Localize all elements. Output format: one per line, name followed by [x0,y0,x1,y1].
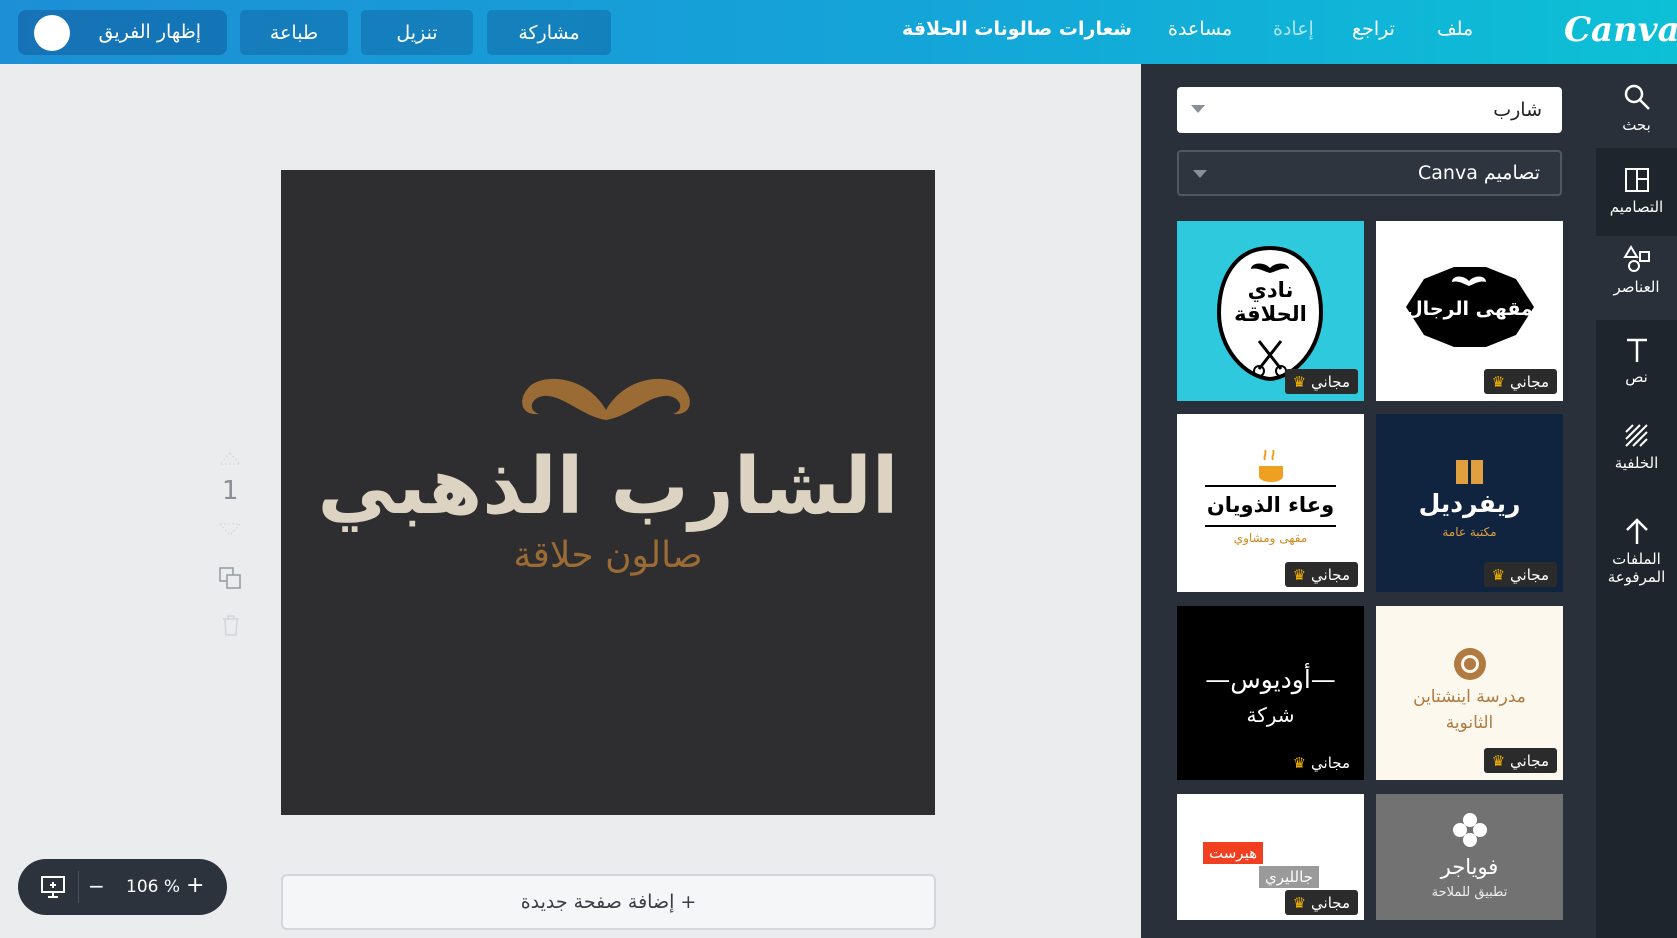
delete-page-icon[interactable] [220,614,242,638]
sidebar-item-search[interactable]: بحث [1596,64,1677,148]
sidebar-item-uploads[interactable]: الملفات المرفوعة [1596,510,1677,620]
template-subtitle: جالليري [1259,866,1319,888]
crown-icon: ♛ [1292,565,1307,584]
search-query: شارب [1493,99,1542,121]
template-title: هيرست [1203,842,1264,864]
upload-icon [1625,518,1648,544]
free-badge: مجاني ♛ [1483,748,1557,773]
page-number: 1 [222,476,239,506]
canva-logo[interactable]: Canva [1564,6,1677,54]
zoom-in-button[interactable]: + [186,873,204,898]
menu-help[interactable]: مساعدة [1168,18,1232,40]
template-tile[interactable]: فوياجر تطبيق للملاحة [1376,794,1563,920]
sidebar-item-elements[interactable]: العناصر [1596,236,1677,320]
sidebar-item-label: بحث [1622,116,1651,134]
free-badge: مجاني ♛ [1284,369,1358,394]
search-input[interactable]: شارب [1177,87,1562,133]
free-badge: مجاني ♛ [1284,562,1358,587]
filter-dropdown[interactable]: تصاميم Canva [1177,150,1562,196]
sidebar-item-label: نص [1625,368,1648,386]
template-subtitle: مقهى ومشاوي [1233,531,1308,545]
add-page-button[interactable]: + إضافة صفحة جديدة [281,874,936,930]
template-title: وعاء الذويان [1206,493,1335,517]
template-title: ريفرديل [1418,489,1521,518]
menu-file[interactable]: ملف [1437,18,1473,40]
team-toggle[interactable]: إظهار الفريق [18,10,227,55]
template-tile[interactable]: نادي الحلاقة مجاني ♛ [1177,221,1364,401]
sidebar-item-label: الملفات المرفوعة [1607,550,1666,586]
template-title: "مقهى الرجال" [1396,298,1543,320]
template-subtitle: الحلاقة [1234,302,1307,326]
free-badge: مجاني ♛ [1292,753,1350,772]
top-bar: Canva ملف تراجع إعادة مساعدة شعارات صالو… [0,0,1677,64]
sidebar-item-templates[interactable]: التصاميم [1596,160,1677,240]
toggle-knob [34,15,70,51]
template-title: —أوديوس— [1205,665,1336,694]
share-button[interactable]: مشاركة [487,10,611,55]
crown-icon: ♛ [1491,372,1506,391]
template-tile[interactable]: مدرسة اينشتاين الثانوية مجاني ♛ [1376,606,1563,780]
zoom-divider [78,871,79,903]
template-tile[interactable]: ريفرديل مكتبة عامة مجاني ♛ [1376,414,1563,592]
sidebar-item-label: الخلفية [1614,454,1659,472]
filter-label: تصاميم Canva [1418,162,1540,184]
design-title[interactable]: شعارات صالونات الحلاقة [900,18,1132,40]
zoom-level[interactable]: 106 % [126,877,180,897]
menu-redo[interactable]: إعادة [1273,18,1314,40]
free-badge: مجاني ♛ [1284,890,1358,915]
crown-icon: ♛ [1491,565,1506,584]
templates-icon [1624,168,1649,192]
team-toggle-label: إظهار الفريق [98,21,201,43]
print-button[interactable]: طباعة [240,10,348,55]
canvas-area: الشارب الذهبي صالون حلاقة 1 + إضافة صفحة… [0,64,1141,938]
sidebar-item-text[interactable]: نص [1596,330,1677,408]
background-icon [1624,424,1648,447]
search-dropdown-icon[interactable] [1191,105,1205,113]
download-button[interactable]: تنزيل [361,10,473,55]
template-subtitle: الثانوية [1445,713,1494,733]
crown-icon: ♛ [1292,893,1307,912]
sidebar: بحث التصاميم العناصر نص الخلفية الملفات … [1596,64,1677,938]
free-badge: مجاني ♛ [1483,562,1557,587]
template-title: مدرسة اينشتاين [1413,687,1526,707]
sidebar-item-background[interactable]: الخلفية [1596,416,1677,494]
template-tile[interactable]: هيرست جالليري مجاني ♛ [1177,794,1364,920]
page-up-icon[interactable] [218,450,242,466]
zoom-out-button[interactable]: − [88,874,105,898]
filter-dropdown-icon[interactable] [1193,170,1207,178]
crown-icon: ♛ [1491,751,1506,770]
template-tile[interactable]: وعاء الذويان مقهى ومشاوي مجاني ♛ [1177,414,1364,592]
text-icon [1626,338,1647,362]
sidebar-item-label: التصاميم [1609,198,1664,216]
search-icon [1624,84,1650,110]
template-title: نادي [1247,278,1294,302]
template-tile[interactable]: —أوديوس— شركة مجاني ♛ [1177,606,1364,780]
template-title: فوياجر [1440,855,1499,879]
page-down-icon[interactable] [218,522,242,538]
zoom-controls: − 106 % + [18,859,227,915]
logo-subtitle-text[interactable]: صالون حلاقة [281,538,935,574]
menu-undo[interactable]: تراجع [1352,18,1395,40]
sidebar-item-label: العناصر [1613,278,1660,296]
logo-title-text[interactable]: الشارب الذهبي [281,448,935,526]
template-subtitle: تطبيق للملاحة [1431,885,1508,900]
crown-icon: ♛ [1292,372,1307,391]
crown-icon: ♛ [1292,753,1307,772]
free-badge: مجاني ♛ [1483,369,1557,394]
template-subtitle: شركة [1246,703,1295,727]
present-icon[interactable] [40,875,66,899]
template-tile[interactable]: "مقهى الرجال" مجاني ♛ [1376,221,1563,401]
duplicate-page-icon[interactable] [218,566,244,592]
design-page[interactable]: الشارب الذهبي صالون حلاقة [281,170,935,815]
template-subtitle: مكتبة عامة [1442,525,1497,539]
elements-icon [1622,245,1650,272]
